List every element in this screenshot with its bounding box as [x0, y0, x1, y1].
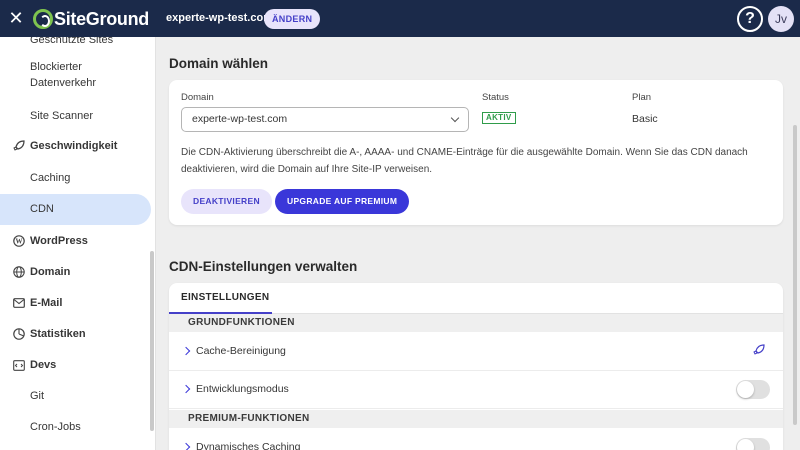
sidebar: Geschützte Sites Blockierter Datenverkeh… — [0, 37, 156, 450]
sidebar-item-domain[interactable]: Domain — [0, 264, 151, 280]
cache-purge-label: Cache-Bereinigung — [196, 345, 286, 357]
cdn-settings-title: CDN-Einstellungen verwalten — [169, 259, 358, 274]
plan-label: Plan — [632, 92, 652, 103]
close-icon[interactable]: ✕ — [8, 9, 24, 27]
toggle-knob — [737, 439, 754, 450]
sidebar-item-site-scanner[interactable]: Site Scanner — [0, 108, 151, 124]
chevron-down-icon — [450, 113, 460, 123]
sidebar-item-label: E-Mail — [30, 297, 63, 309]
purge-rocket-icon[interactable] — [753, 344, 765, 359]
sidebar-item-label: Caching — [30, 172, 71, 184]
chevron-right-icon — [181, 346, 191, 356]
logo-mark-icon — [33, 9, 53, 29]
plan-value: Basic — [632, 113, 658, 125]
dev-mode-label: Entwicklungsmodus — [196, 383, 289, 395]
sidebar-item-caching[interactable]: Caching — [0, 170, 151, 186]
domain-select-value: experte-wp-test.com — [192, 113, 288, 125]
dev-mode-row[interactable]: Entwicklungsmodus — [169, 371, 783, 409]
cache-purge-row[interactable]: Cache-Bereinigung — [169, 333, 783, 371]
avatar[interactable]: Jv — [768, 6, 794, 32]
sidebar-item-label: Git — [30, 390, 45, 402]
sidebar-item-protected-sites[interactable]: Geschützte Sites — [0, 37, 151, 50]
status-label: Status — [482, 92, 509, 103]
dynamic-caching-label: Dynamisches Caching — [196, 441, 301, 450]
domain-section-title: Domain wählen — [169, 56, 269, 71]
pie-chart-icon — [12, 328, 25, 341]
tab-settings[interactable]: EINSTELLUNGEN — [181, 292, 269, 303]
sidebar-item-label: Domain — [30, 266, 71, 278]
rocket-icon — [12, 140, 25, 153]
status-badge: AKTIV — [482, 112, 516, 124]
logo-text: SiteGround — [54, 8, 149, 29]
sidebar-item-label: Blockierter Datenverkehr — [30, 61, 97, 89]
sidebar-item-label: Devs — [30, 359, 57, 371]
upgrade-premium-button[interactable]: UPGRADE AUF PREMIUM — [275, 189, 410, 214]
site-name: experte-wp-test.com — [166, 12, 273, 24]
sidebar-item-cron-jobs[interactable]: Cron-Jobs — [0, 419, 151, 435]
premium-features-header: PREMIUM-FUNKTIONEN — [169, 410, 783, 428]
mail-icon — [12, 297, 25, 310]
sidebar-item-email[interactable]: E-Mail — [0, 295, 151, 311]
sidebar-item-wordpress[interactable]: W WordPress — [0, 233, 151, 249]
sidebar-item-label: Cron-Jobs — [30, 421, 81, 433]
toggle-knob — [737, 381, 754, 398]
chevron-right-icon — [181, 442, 191, 450]
sidebar-item-label: WordPress — [30, 235, 88, 247]
dynamic-caching-row[interactable]: Dynamisches Caching — [169, 429, 783, 450]
dev-mode-toggle[interactable] — [736, 380, 770, 399]
dynamic-caching-toggle[interactable] — [736, 438, 770, 450]
sidebar-scrollbar[interactable] — [150, 251, 154, 431]
sidebar-item-devs[interactable]: Devs — [0, 357, 151, 373]
sidebar-item-git[interactable]: Git — [0, 388, 151, 404]
sidebar-item-label: Geschützte Sites — [30, 37, 114, 46]
change-site-button[interactable]: ÄNDERN — [264, 9, 321, 29]
main-content: Domain wählen Domain Status Plan experte… — [156, 37, 800, 450]
code-icon — [12, 359, 25, 372]
sidebar-item-speed[interactable]: Geschwindigkeit — [0, 138, 151, 154]
top-bar: ✕ SiteGround experte-wp-test.com ÄNDERN … — [0, 0, 800, 37]
sidebar-item-cdn[interactable]: CDN — [0, 194, 151, 225]
wordpress-icon: W — [12, 235, 25, 248]
domain-card: Domain Status Plan experte-wp-test.com A… — [169, 80, 783, 225]
help-icon[interactable]: ? — [737, 6, 763, 32]
domain-label: Domain — [181, 92, 214, 103]
globe-icon — [12, 266, 25, 279]
sidebar-item-label: Statistiken — [30, 328, 86, 340]
sidebar-item-label: Site Scanner — [30, 110, 93, 122]
sidebar-item-blocked-traffic[interactable]: Blockierter Datenverkehr — [0, 59, 151, 91]
basic-features-header: GRUNDFUNKTIONEN — [169, 314, 783, 332]
siteground-logo[interactable]: SiteGround — [33, 8, 149, 30]
sidebar-item-label: CDN — [30, 203, 54, 215]
chevron-right-icon — [181, 384, 191, 394]
sidebar-item-label: Geschwindigkeit — [30, 140, 118, 152]
cdn-settings-card: EINSTELLUNGEN GRUNDFUNKTIONEN Cache-Bere… — [169, 283, 783, 450]
cdn-description: Die CDN-Aktivierung überschreibt die A-,… — [181, 147, 748, 175]
deactivate-button[interactable]: DEAKTIVIEREN — [181, 189, 272, 214]
sidebar-item-statistics[interactable]: Statistiken — [0, 326, 151, 342]
main-scrollbar[interactable] — [793, 125, 797, 425]
domain-select[interactable]: experte-wp-test.com — [181, 107, 469, 132]
svg-text:W: W — [15, 238, 22, 246]
